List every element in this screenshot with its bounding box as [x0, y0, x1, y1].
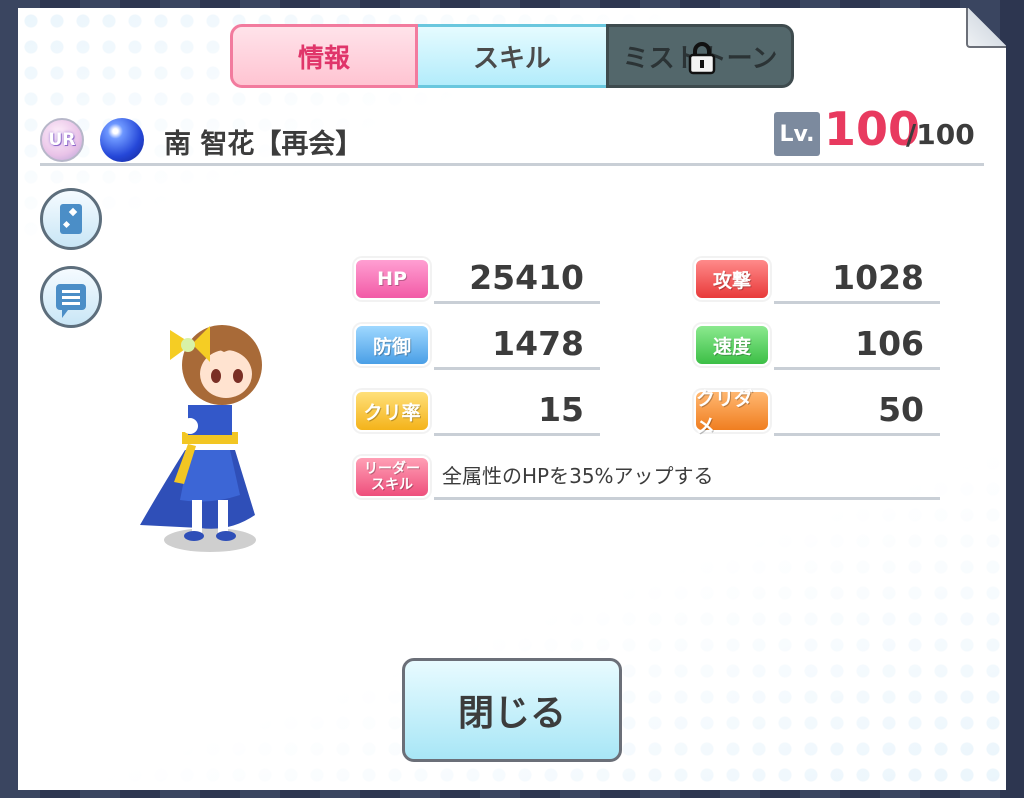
sprite-flower [181, 338, 195, 352]
stat-crit-rate: クリ率 15 [354, 390, 604, 436]
chat-bubble-icon [56, 284, 86, 318]
stat-crit-rate-badge: クリ率 [354, 390, 430, 432]
level-max: /100 [906, 118, 975, 151]
character-name: 南 智花【再会】 [164, 129, 363, 160]
stat-attack-value: 1028 [774, 258, 940, 304]
sprite-shoe-right [216, 531, 236, 541]
stat-attack: 攻撃 1028 [694, 258, 944, 304]
sprite-shoe-left [184, 531, 204, 541]
chat-line [62, 302, 80, 305]
stat-crit-rate-value: 15 [434, 390, 600, 436]
stat-defense: 防御 1478 [354, 324, 604, 370]
water-orb-icon [100, 118, 144, 162]
sprite-eye-right [233, 369, 243, 383]
rarity-label: UR [48, 130, 76, 150]
card-view-button[interactable] [40, 188, 102, 250]
stat-hp-value: 25410 [434, 258, 600, 304]
card-icon [60, 204, 82, 234]
sprite-shadow [164, 528, 256, 552]
tab-info[interactable]: 情報 [230, 24, 418, 88]
leader-skill-label-1: リーダー [364, 461, 420, 477]
leader-skill-text: 全属性のHPを35%アップする [434, 456, 940, 500]
character-sprite [140, 325, 262, 552]
leader-skill-badge: リーダー スキル [354, 456, 430, 498]
stat-speed-value: 106 [774, 324, 940, 370]
tab-bar: 情報 スキル ミストトーン [230, 24, 794, 90]
sprite-leg-right [218, 500, 228, 534]
chat-line [62, 296, 80, 299]
chat-line [62, 290, 80, 293]
tab-skill[interactable]: スキル [418, 24, 606, 88]
character-header: UR 南 智花【再会】 Lv. 100 /100 [40, 102, 984, 166]
sprite-leg-left [192, 500, 202, 534]
page-fold-corner [966, 8, 1006, 48]
close-button-label: 閉じる [457, 693, 566, 734]
tab-mist-stone[interactable]: ミストトーン [606, 24, 794, 88]
profile-button[interactable] [40, 266, 102, 328]
tab-info-label: 情報 [297, 43, 350, 74]
stat-crit-damage-badge: クリダメ [694, 388, 770, 437]
sprite-eye-left [211, 369, 221, 383]
stat-speed: 速度 106 [694, 324, 944, 370]
stat-defense-badge: 防御 [354, 324, 430, 366]
level-label: Lv. [774, 112, 820, 156]
stat-crit-damage: クリダメ 50 [694, 388, 944, 437]
leader-skill: リーダー スキル 全属性のHPを35%アップする [354, 456, 944, 502]
stat-hp-badge: HP [354, 258, 430, 300]
stat-speed-badge: 速度 [694, 324, 770, 366]
sprite-glove-right [240, 418, 256, 434]
leader-skill-label-2: スキル [371, 477, 413, 493]
close-button[interactable]: 閉じる [402, 658, 622, 762]
stat-attack-badge: 攻撃 [694, 258, 770, 300]
stat-hp: HP 25410 [354, 258, 604, 304]
tab-skill-label: スキル [472, 43, 551, 74]
ur-badge-icon: UR [40, 118, 84, 162]
stat-defense-value: 1478 [434, 324, 600, 370]
lock-icon [688, 42, 716, 75]
stat-crit-damage-value: 50 [774, 390, 940, 436]
sprite-glove-left [182, 418, 198, 434]
